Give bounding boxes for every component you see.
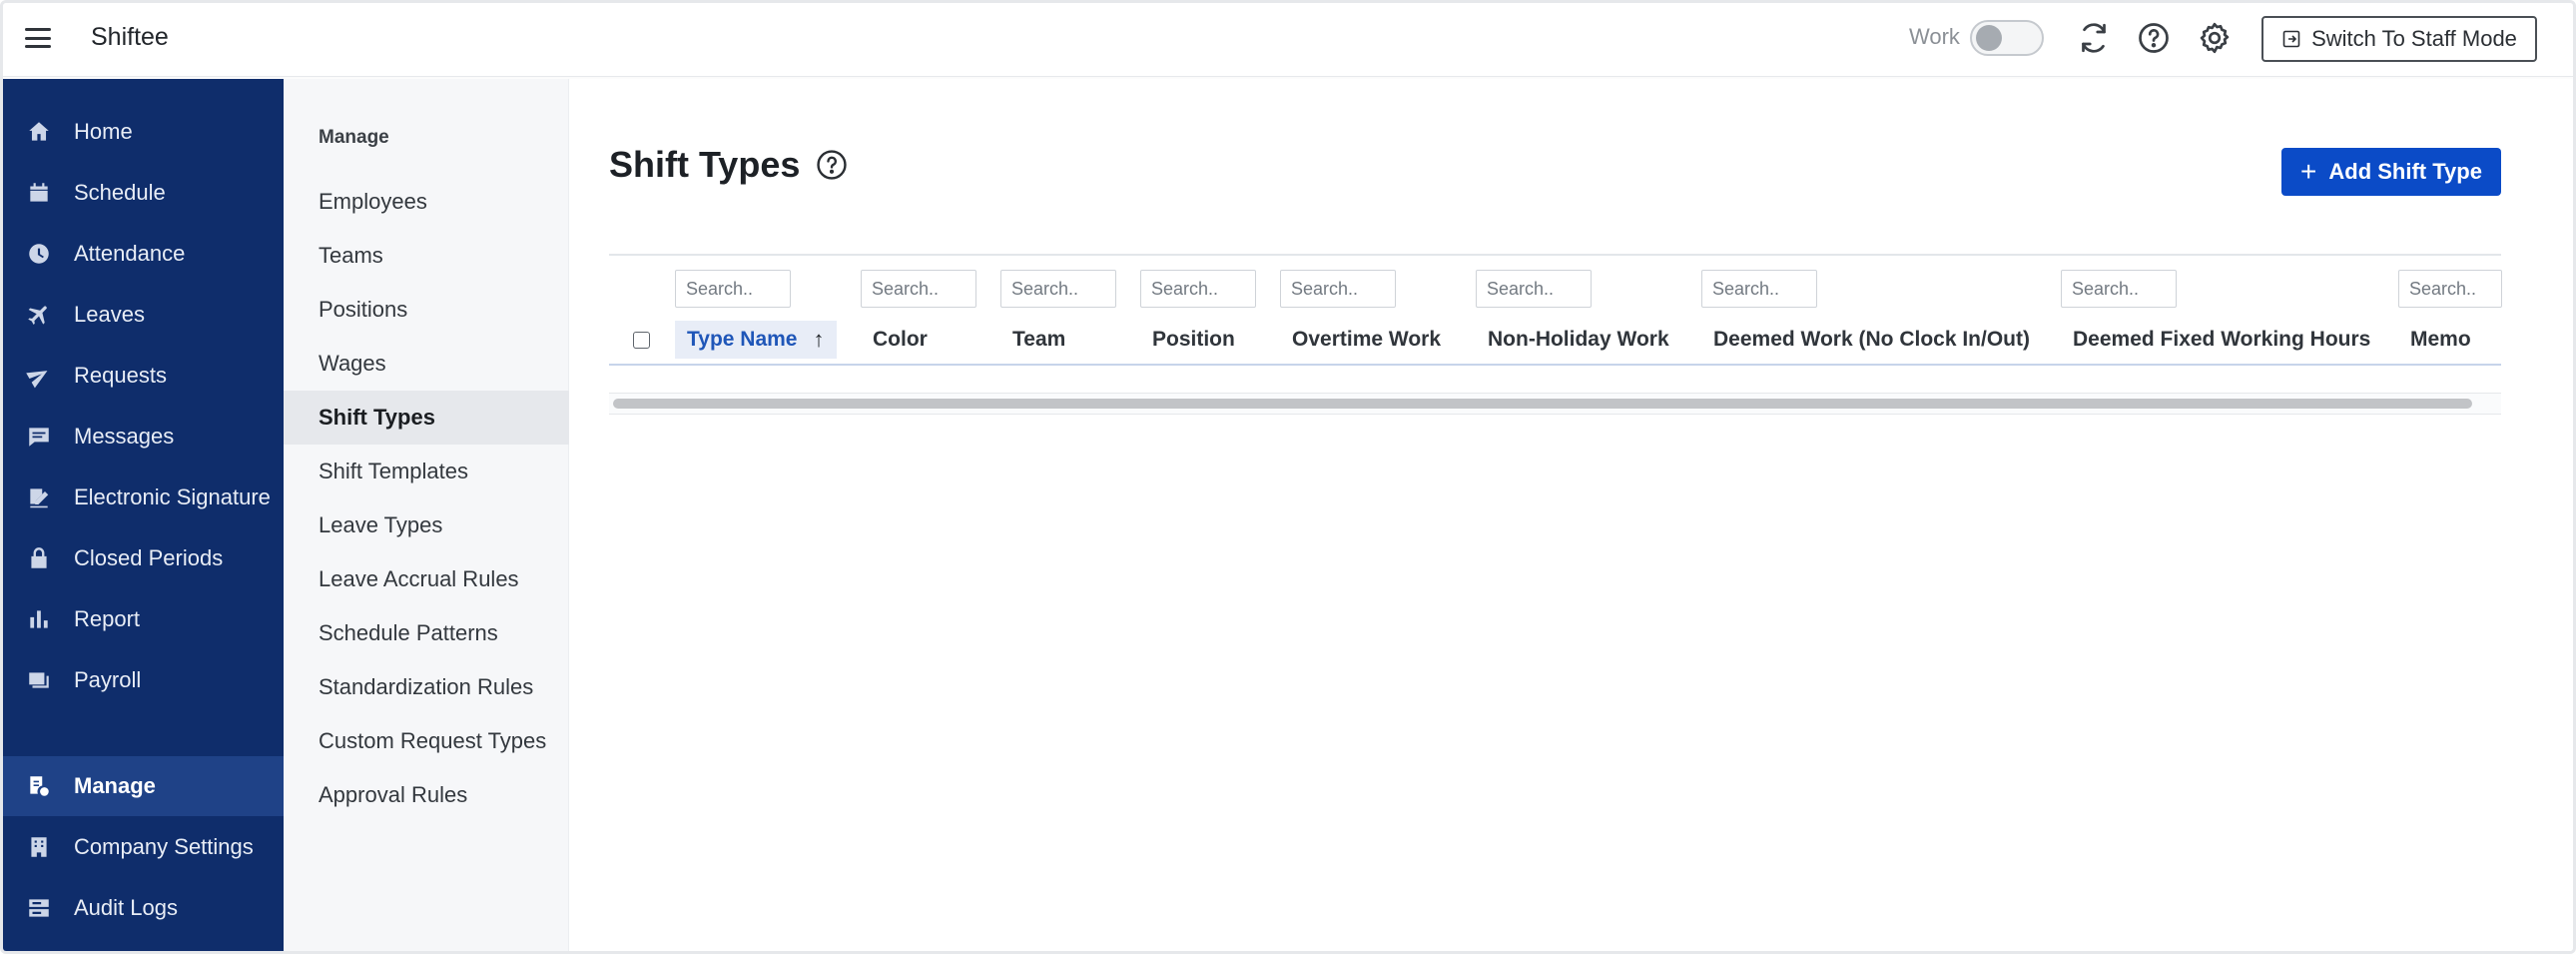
sidebar-item-label: Company Settings [74,834,254,859]
column-header-team[interactable]: Team [1012,321,1065,359]
sidebar-item-label: Leaves [74,302,145,327]
search-input-color[interactable] [861,270,976,308]
sidebar-item-leaves[interactable]: Leaves [3,285,284,345]
send-icon [25,362,53,390]
search-input-type-name[interactable] [675,270,791,308]
search-input-position[interactable] [1140,270,1256,308]
column-header-deemed-fixed-hours[interactable]: Deemed Fixed Working Hours [2073,321,2370,359]
sort-ascending-icon: ↑ [813,327,825,352]
add-shift-type-button[interactable]: + Add Shift Type [2281,148,2501,196]
help-icon[interactable] [2136,20,2172,56]
sidebar-item-label: Attendance [74,241,186,266]
subnav-heading: Manage [319,127,389,148]
column-header-overtime-work[interactable]: Overtime Work [1292,321,1441,359]
scrollbar-thumb[interactable] [613,399,2472,409]
calendar-icon [25,179,53,207]
sidebar: Home Schedule Attendance Leaves Requests… [3,79,284,951]
gear-icon[interactable] [2197,20,2233,56]
select-all-checkbox[interactable] [633,332,650,349]
sidebar-item-label: Electronic Signature [74,484,271,509]
search-input-team[interactable] [1000,270,1116,308]
add-button-label: Add Shift Type [2328,159,2482,184]
column-header-color[interactable]: Color [873,321,928,359]
sidebar-item-label: Messages [74,424,175,449]
building-icon [25,833,53,861]
column-header-deemed-work[interactable]: Deemed Work (No Clock In/Out) [1713,321,2030,359]
horizontal-scrollbar[interactable] [609,393,2501,415]
column-header-memo[interactable]: Memo [2410,321,2471,359]
refresh-icon[interactable] [2076,20,2112,56]
message-icon [25,423,53,451]
app-window: Shiftee Work Switch To Staff Mode Home S… [0,0,2576,954]
page-title: Shift Types [609,144,801,185]
subnav-item-wages[interactable]: Wages [284,337,569,391]
top-bar: Shiftee Work Switch To Staff Mode [3,3,2573,77]
sidebar-item-manage[interactable]: Manage [3,756,284,816]
switch-icon [2282,30,2300,48]
search-input-deemed-fixed-hours[interactable] [2061,270,2177,308]
toggle-knob [1976,25,2002,51]
clock-icon [25,240,53,268]
sidebar-item-schedule[interactable]: Schedule [3,163,284,223]
payroll-icon [25,666,53,694]
sidebar-item-attendance[interactable]: Attendance [3,224,284,284]
switch-button-label: Switch To Staff Mode [2311,26,2517,51]
search-input-non-holiday-work[interactable] [1476,270,1592,308]
sidebar-item-label: Requests [74,363,167,388]
sidebar-item-payroll[interactable]: Payroll [3,650,284,710]
subnav-item-standardization-rules[interactable]: Standardization Rules [284,660,569,714]
manage-icon [25,772,53,800]
search-input-overtime-work[interactable] [1280,270,1396,308]
sidebar-item-company-settings[interactable]: Company Settings [3,817,284,877]
sidebar-item-label: Report [74,606,141,631]
plus-icon: + [2300,156,2317,187]
help-icon[interactable] [815,148,849,182]
subnav-item-employees[interactable]: Employees [284,175,569,229]
menu-icon[interactable] [25,25,51,51]
sidebar-item-report[interactable]: Report [3,589,284,649]
sidebar-item-closed-periods[interactable]: Closed Periods [3,528,284,588]
subnav-item-leave-types[interactable]: Leave Types [284,498,569,552]
search-input-memo[interactable] [2398,270,2502,308]
subnav-item-teams[interactable]: Teams [284,229,569,283]
sidebar-item-label: Home [74,119,133,144]
signature-icon [25,483,53,511]
sidebar-item-label: Closed Periods [74,545,224,570]
column-label: Type Name [687,328,798,351]
subnav-item-positions[interactable]: Positions [284,283,569,337]
sidebar-item-home[interactable]: Home [3,102,284,162]
subnav-item-custom-request-types[interactable]: Custom Request Types [284,714,569,768]
subnav-item-shift-templates[interactable]: Shift Templates [284,445,569,498]
sidebar-item-messages[interactable]: Messages [3,407,284,467]
sidebar-item-label: Payroll [74,667,142,692]
column-header-non-holiday-work[interactable]: Non-Holiday Work [1488,321,1669,359]
sidebar-item-audit-logs[interactable]: Audit Logs [3,878,284,938]
subnav-item-shift-types[interactable]: Shift Types [284,391,569,445]
subnav-item-approval-rules[interactable]: Approval Rules [284,768,569,822]
manage-subnav: Manage Employees Teams Positions Wages S… [284,79,569,951]
shift-types-table: Type Name ↑ Color Team Position Overtime… [609,254,2502,366]
subnav-item-schedule-patterns[interactable]: Schedule Patterns [284,606,569,660]
sidebar-item-requests[interactable]: Requests [3,346,284,406]
audit-log-icon [25,894,53,922]
column-header-position[interactable]: Position [1152,321,1235,359]
column-header-type-name[interactable]: Type Name ↑ [675,321,837,359]
switch-to-staff-mode-button[interactable]: Switch To Staff Mode [2261,16,2537,62]
main-content: Shift Types + Add Shift Type Type Name ↑ [570,79,2573,951]
work-toggle[interactable] [1970,20,2044,56]
work-toggle-label: Work [1909,24,1960,49]
subnav-item-leave-accrual-rules[interactable]: Leave Accrual Rules [284,552,569,606]
airplane-icon [25,301,53,329]
header-divider [609,364,2501,366]
home-icon [25,118,53,146]
sidebar-item-electronic-signature[interactable]: Electronic Signature [3,468,284,527]
lock-icon [25,544,53,572]
brand-name: Shiftee [91,23,169,51]
bar-chart-icon [25,605,53,633]
sidebar-item-label: Manage [74,773,156,798]
sidebar-item-label: Audit Logs [74,895,178,920]
search-input-deemed-work[interactable] [1701,270,1817,308]
sidebar-item-label: Schedule [74,180,166,205]
